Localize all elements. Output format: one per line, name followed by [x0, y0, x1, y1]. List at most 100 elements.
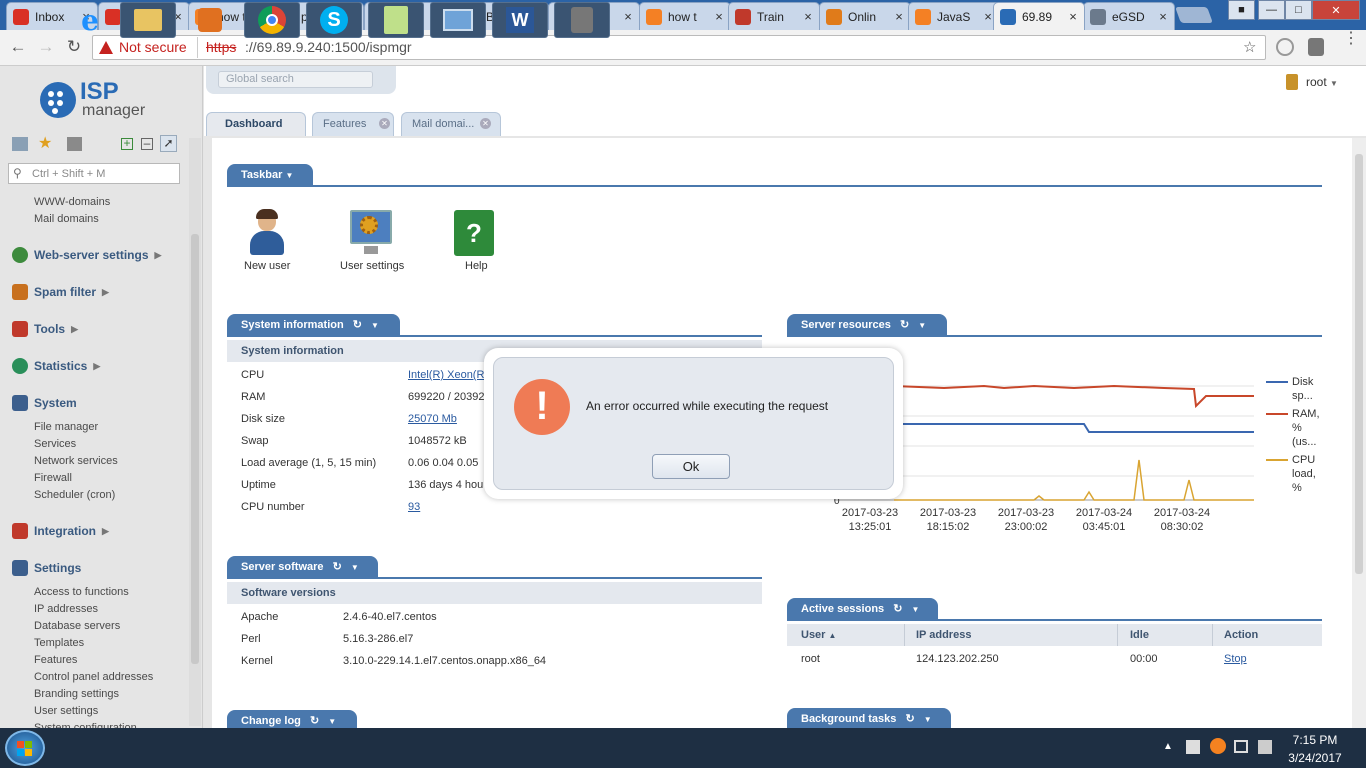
- refresh-icon[interactable]: ↻: [893, 603, 902, 615]
- clock-date[interactable]: 3/24/2017: [1280, 751, 1350, 765]
- column-header-idle[interactable]: Idle: [1130, 629, 1149, 641]
- refresh-icon[interactable]: ↻: [905, 713, 914, 725]
- reload-icon[interactable]: ↻: [64, 37, 84, 57]
- sidebar-item-services[interactable]: Services: [34, 438, 76, 450]
- sysinfo-value-link[interactable]: Intel(R) Xeon(R: [408, 369, 484, 381]
- sidebar-item-scheduler[interactable]: Scheduler (cron): [34, 489, 115, 501]
- sidebar-item-control-panel-addresses[interactable]: Control panel addresses: [34, 671, 153, 683]
- sidebar-section-web-server[interactable]: Web-server settings ▶: [12, 247, 161, 263]
- sysinfo-value-link[interactable]: 25070 Mb: [408, 413, 457, 425]
- notepad-plus-taskbar-icon[interactable]: [368, 2, 424, 38]
- volume-muted-icon[interactable]: [1258, 740, 1272, 754]
- server-resources-panel-header[interactable]: Server resources ↻ ▼: [787, 314, 947, 336]
- forward-icon[interactable]: →: [36, 37, 56, 57]
- browser-tab[interactable]: eGSD ×: [1083, 2, 1175, 30]
- sidebar-item-firewall[interactable]: Firewall: [34, 472, 72, 484]
- refresh-icon[interactable]: ↻: [900, 319, 909, 331]
- browser-tab[interactable]: how t ×: [639, 2, 731, 30]
- refresh-icon[interactable]: ↻: [333, 561, 342, 573]
- column-header-action[interactable]: Action: [1224, 629, 1258, 641]
- column-header-ip[interactable]: IP address: [916, 629, 971, 641]
- remote-desktop-taskbar-icon[interactable]: [430, 2, 486, 38]
- sidebar-item-user-settings[interactable]: User settings: [34, 705, 98, 717]
- sidebar-item-branding-settings[interactable]: Branding settings: [34, 688, 119, 700]
- sidebar-item-network-services[interactable]: Network services: [34, 455, 118, 467]
- favorites-star-icon[interactable]: ★: [38, 133, 52, 153]
- sidebar-section-statistics[interactable]: Statistics ▶: [12, 358, 100, 374]
- taskbar-panel-header[interactable]: Taskbar ▼: [227, 164, 313, 186]
- file-explorer-taskbar-icon[interactable]: [120, 2, 176, 38]
- action-center-flag-icon[interactable]: [1186, 740, 1200, 754]
- browser-tab[interactable]: Onlin ×: [819, 2, 911, 30]
- start-button[interactable]: [5, 730, 45, 766]
- sysinfo-panel-header[interactable]: System information ↻ ▼: [227, 314, 400, 336]
- sidebar-item-access-to-functions[interactable]: Access to functions: [34, 586, 129, 598]
- browser-tab[interactable]: Train ×: [728, 2, 820, 30]
- user-profile-button[interactable]: ■: [1228, 0, 1255, 20]
- tab-dashboard[interactable]: Dashboard: [206, 112, 306, 136]
- tab-mail-domains[interactable]: Mail domai... ✕: [401, 112, 501, 136]
- refresh-icon[interactable]: ↻: [353, 319, 362, 331]
- sidebar-section-spam-filter[interactable]: Spam filter ▶: [12, 284, 109, 300]
- refresh-icon[interactable]: ↻: [310, 715, 319, 727]
- close-window-button[interactable]: ✕: [1312, 0, 1360, 20]
- media-player-taskbar-icon[interactable]: [182, 2, 238, 38]
- global-search-input[interactable]: Global search: [218, 71, 373, 88]
- minimize-button[interactable]: —: [1258, 0, 1285, 20]
- security-app-taskbar-icon[interactable]: [554, 2, 610, 38]
- back-icon[interactable]: ←: [8, 37, 28, 57]
- user-settings-label[interactable]: User settings: [340, 260, 404, 272]
- sidebar-item-templates[interactable]: Templates: [34, 637, 84, 649]
- network-icon[interactable]: [1234, 740, 1248, 753]
- word-taskbar-icon[interactable]: W: [492, 2, 548, 38]
- browser-tab[interactable]: JavaS ×: [908, 2, 1000, 30]
- tab-features[interactable]: Features ✕: [312, 112, 394, 136]
- bookmark-star-icon[interactable]: ☆: [1243, 36, 1256, 59]
- sidebar-item-file-manager[interactable]: File manager: [34, 421, 98, 433]
- internet-explorer-taskbar-icon[interactable]: e: [62, 2, 118, 38]
- sidebar-item-database-servers[interactable]: Database servers: [34, 620, 120, 632]
- active-sessions-panel-header[interactable]: Active sessions ↻ ▼: [787, 598, 938, 620]
- session-stop-link[interactable]: Stop: [1224, 653, 1247, 665]
- sidebar-section-integration[interactable]: Integration ▶: [12, 523, 109, 539]
- column-header-user[interactable]: User ▲: [801, 629, 836, 641]
- chrome-taskbar-icon[interactable]: [244, 2, 300, 38]
- close-tab-icon[interactable]: ✕: [379, 118, 390, 129]
- ok-button[interactable]: Ok: [652, 454, 730, 479]
- close-tab-icon[interactable]: ×: [801, 9, 815, 24]
- extension-icon[interactable]: [1276, 38, 1294, 56]
- expand-all-icon[interactable]: +: [121, 137, 133, 150]
- show-hidden-icons[interactable]: ▲: [1163, 741, 1173, 752]
- sidebar-item-mail-domains[interactable]: Mail domains: [34, 213, 99, 225]
- close-tab-icon[interactable]: ×: [712, 9, 726, 24]
- browser-tab[interactable]: 69.89 ×: [993, 2, 1085, 30]
- url-field[interactable]: Not secure https ://69.89.9.240:1500/isp…: [92, 35, 1266, 60]
- new-user-label[interactable]: New user: [244, 260, 290, 272]
- maximize-button[interactable]: □: [1285, 0, 1312, 20]
- close-tab-icon[interactable]: ×: [621, 9, 635, 24]
- chrome-menu-icon[interactable]: ⋮: [1343, 31, 1359, 58]
- sidebar-section-settings[interactable]: Settings: [12, 560, 81, 576]
- close-tab-icon[interactable]: ×: [1156, 9, 1170, 24]
- help-book-icon[interactable]: ?: [454, 210, 494, 256]
- sidebar-item-ip-addresses[interactable]: IP addresses: [34, 603, 98, 615]
- sidebar-scroll-thumb[interactable]: [191, 234, 199, 664]
- sidebar-item-features[interactable]: Features: [34, 654, 77, 666]
- close-tab-icon[interactable]: ✕: [480, 118, 491, 129]
- sidebar-section-system[interactable]: System: [12, 395, 77, 411]
- new-user-icon[interactable]: [250, 209, 284, 257]
- avast-icon[interactable]: [1210, 738, 1226, 754]
- menu-filter-input[interactable]: ⚲ Ctrl + Shift + M: [8, 163, 180, 184]
- tree-view-icon[interactable]: [12, 137, 28, 151]
- pin-icon[interactable]: ➚: [160, 135, 177, 152]
- sidebar-section-tools[interactable]: Tools ▶: [12, 321, 78, 337]
- help-label[interactable]: Help: [465, 260, 488, 272]
- new-tab-button[interactable]: [1175, 7, 1213, 23]
- main-scroll-thumb[interactable]: [1355, 154, 1363, 574]
- clipboard-icon[interactable]: [67, 137, 82, 151]
- server-software-panel-header[interactable]: Server software ↻ ▼: [227, 556, 378, 578]
- sidebar-item-www-domains[interactable]: WWW-domains: [34, 196, 110, 205]
- close-tab-icon[interactable]: ×: [1066, 9, 1080, 24]
- extension-lock-icon[interactable]: [1308, 38, 1324, 56]
- collapse-all-icon[interactable]: –: [141, 137, 153, 150]
